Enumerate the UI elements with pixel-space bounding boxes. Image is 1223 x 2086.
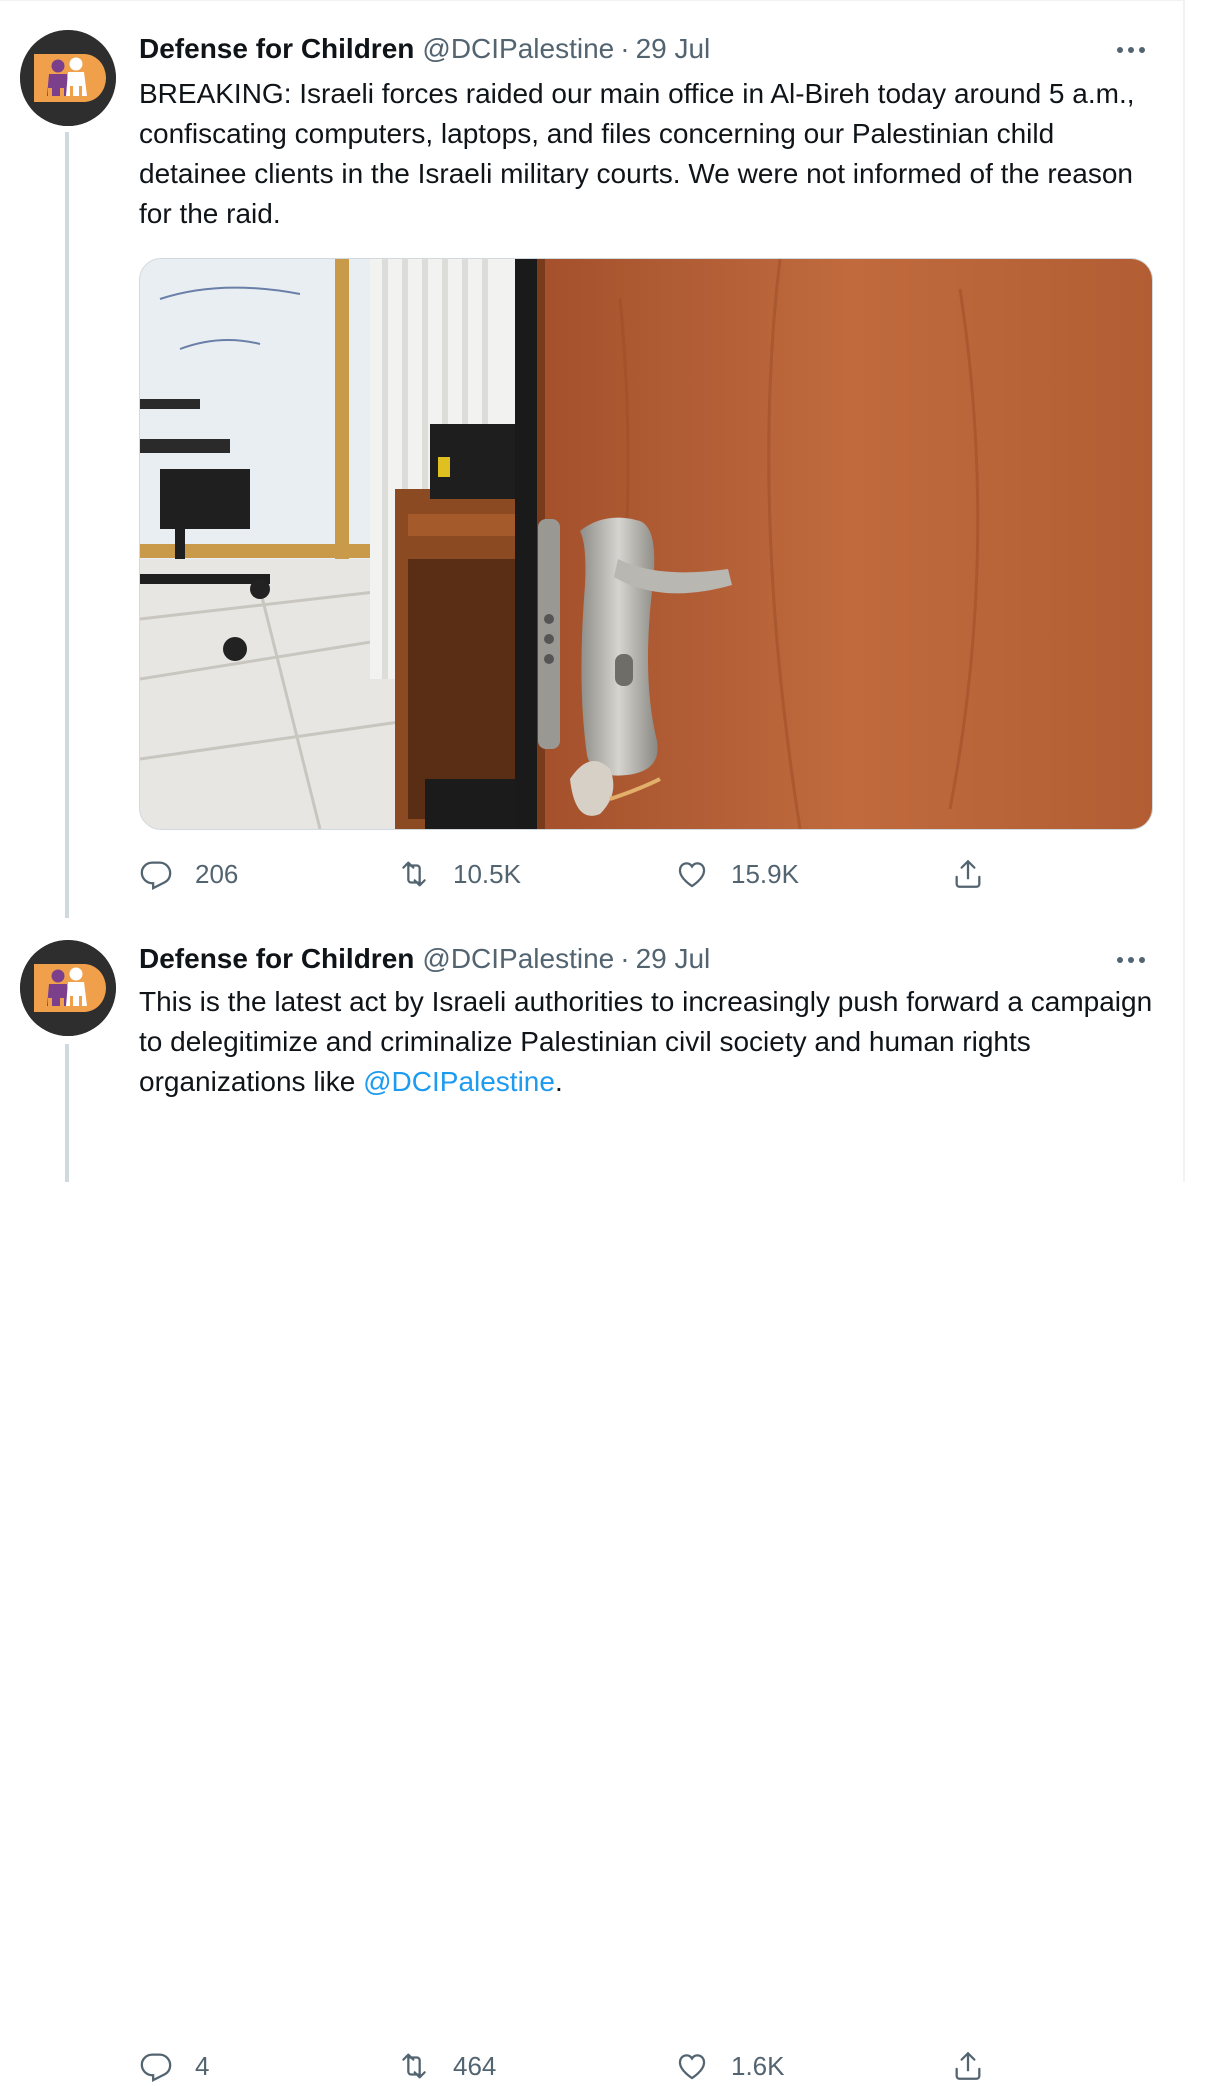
dci-logo-icon [20,940,116,1036]
separator: · [620,33,630,64]
like-count: 1.6K [731,2050,785,2081]
like-icon [678,2054,706,2080]
like-count: 15.9K [731,858,799,889]
tweet-actions: 4 464 1.6K [139,2046,1139,2086]
like-icon [678,862,706,888]
timeline-border [1183,0,1185,1182]
author-name[interactable]: Defense for Children [139,943,414,975]
more-icon [1117,47,1145,53]
reply-button[interactable]: 4 [139,2046,209,2086]
avatar[interactable] [20,30,116,126]
tweet-date[interactable]: 29 Jul [636,33,711,65]
retweet-button[interactable]: 464 [397,2046,496,2086]
share-button[interactable] [951,854,985,894]
thread-line [65,132,69,918]
like-button[interactable]: 15.9K [675,854,799,894]
tweet-actions: 206 10.5K 15.9K [139,854,1139,894]
reply-icon [140,2053,172,2083]
reply-icon [140,861,172,891]
tweet-header: Defense for Children @DCIPalestine · 29 … [139,30,710,68]
tweet-header: Defense for Children @DCIPalestine · 29 … [139,940,710,978]
tweet-date[interactable]: 29 Jul [636,943,711,975]
tweet-text: This is the latest act by Israeli author… [139,982,1159,1102]
reply-button[interactable]: 206 [139,854,238,894]
separator: · [620,943,630,974]
share-button[interactable] [951,2046,985,2086]
retweet-count: 10.5K [453,858,521,889]
retweet-icon [402,2053,426,2079]
thread-line [65,1044,69,1182]
tweet-text: BREAKING: Israeli forces raided our main… [139,78,1135,229]
retweet-button[interactable]: 10.5K [397,854,521,894]
dci-logo-icon [20,30,116,126]
tweet-image[interactable] [139,258,1153,830]
share-icon [955,2052,981,2080]
tweet[interactable]: Defense for Children @DCIPalestine · 29 … [0,918,1183,2083]
author-handle[interactable]: @DCIPalestine [422,943,614,975]
tweet-text-body: This is the latest act by Israeli author… [139,986,1153,1097]
retweet-icon [402,861,426,887]
retweet-count: 464 [453,2050,497,2081]
more-options-button[interactable] [1115,944,1147,976]
author-handle[interactable]: @DCIPalestine [422,33,614,65]
tweet[interactable]: Defense for Children @DCIPalestine · 29 … [0,0,1183,918]
reply-count: 206 [195,858,239,889]
more-options-button[interactable] [1115,34,1147,66]
tweet-text-end: . [554,1066,563,1097]
author-name[interactable]: Defense for Children [139,33,414,65]
share-icon [955,860,981,888]
reply-count: 4 [195,2050,210,2081]
raided-office-door-photo [140,259,1152,829]
mention-link[interactable]: @DCIPalestine [363,1066,555,1097]
like-button[interactable]: 1.6K [675,2046,785,2086]
more-icon [1117,957,1145,963]
avatar[interactable] [20,940,116,1036]
